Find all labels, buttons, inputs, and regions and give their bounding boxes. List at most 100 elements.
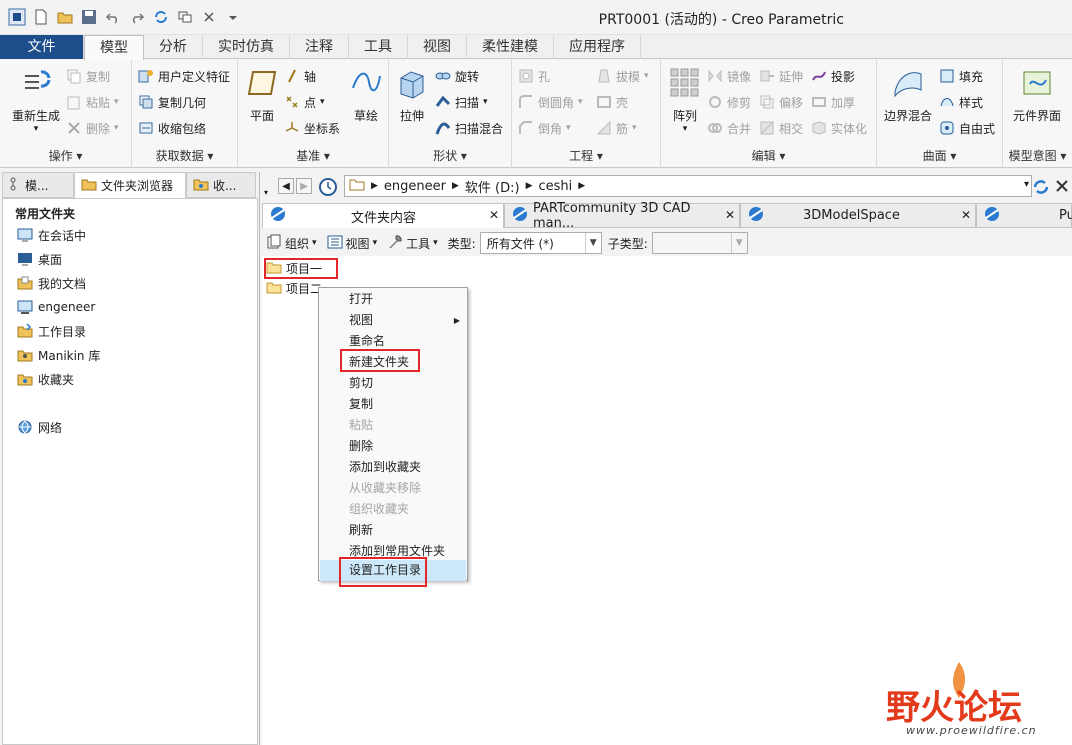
project-button[interactable]: 投影 bbox=[811, 66, 855, 86]
mirror-button[interactable]: 镜像 bbox=[707, 66, 751, 86]
path-segment[interactable]: engeneer bbox=[384, 179, 446, 194]
style-button[interactable]: 样式 bbox=[939, 92, 983, 112]
subtype-select[interactable]: ▼ bbox=[651, 232, 748, 254]
tab-folder-contents[interactable]: 文件夹内容 ✕ bbox=[262, 203, 504, 228]
close-icon[interactable] bbox=[1054, 178, 1070, 197]
tab-model-tree[interactable]: 模... bbox=[2, 172, 74, 198]
path-dropdown-icon[interactable]: ▾ bbox=[1024, 179, 1029, 190]
sketch-button[interactable]: 草绘 bbox=[346, 66, 386, 124]
menu-item-paste[interactable]: 粘贴 bbox=[320, 415, 466, 436]
tab-tools[interactable]: 工具 bbox=[349, 35, 408, 59]
menu-item-add-to-favorites[interactable]: 添加到收藏夹 bbox=[320, 457, 466, 478]
paste-button[interactable]: 粘贴 ▾ bbox=[66, 92, 119, 112]
boundary-blend-button[interactable]: 边界混合 bbox=[881, 66, 935, 124]
group-datum-label[interactable]: 基准 ▾ bbox=[238, 147, 388, 164]
menu-item-cut[interactable]: 剪切 bbox=[320, 373, 466, 394]
menu-item-view[interactable]: 视图 ▶ bbox=[320, 310, 466, 331]
path-segment[interactable]: ceshi bbox=[539, 179, 573, 194]
axis-button[interactable]: 轴 bbox=[284, 66, 316, 86]
address-path[interactable]: ▶ engeneer ▶ 软件 (D:) ▶ ceshi ▶ ▾ bbox=[344, 175, 1032, 197]
menu-item-remove-from-favorites[interactable]: 从收藏夹移除 bbox=[320, 478, 466, 499]
menu-item-delete[interactable]: 删除 bbox=[320, 436, 466, 457]
plane-button[interactable]: 平面 bbox=[244, 66, 280, 124]
fill-button[interactable]: 填充 bbox=[939, 66, 983, 86]
panel-splitter[interactable] bbox=[259, 172, 260, 745]
close-tab-icon[interactable]: ✕ bbox=[725, 208, 735, 222]
group-edit-label[interactable]: 编辑 ▾ bbox=[661, 147, 876, 164]
tab-analysis[interactable]: 分析 bbox=[144, 35, 203, 59]
forward-button[interactable]: ▶ bbox=[296, 178, 312, 194]
menu-item-refresh[interactable]: 刷新 bbox=[320, 520, 466, 541]
shrinkwrap-button[interactable]: 收缩包络 bbox=[138, 118, 206, 138]
delete-button[interactable]: 删除 ▾ bbox=[66, 118, 119, 138]
copy-geometry-button[interactable]: 复制几何 bbox=[138, 92, 206, 112]
folder-item-working-directory[interactable]: 工作目录 bbox=[17, 321, 86, 341]
hole-button[interactable]: 孔 bbox=[518, 66, 550, 86]
menu-item-organize-favorites[interactable]: 组织收藏夹 bbox=[320, 499, 466, 520]
file-item-project-2[interactable]: 项目二 bbox=[266, 278, 322, 298]
point-button[interactable]: 点 ▾ bbox=[284, 92, 325, 112]
back-button[interactable]: ◀ bbox=[278, 178, 294, 194]
draft-button[interactable]: 拔模 ▾ bbox=[596, 66, 649, 86]
round-button[interactable]: 倒圆角 ▾ bbox=[518, 92, 583, 112]
revolve-button[interactable]: 旋转 bbox=[435, 66, 479, 86]
trim-button[interactable]: 修剪 bbox=[707, 92, 751, 112]
tab-partcommunity[interactable]: PARTcommunity 3D CAD man... ✕ bbox=[504, 201, 740, 231]
group-shapes-label[interactable]: 形状 ▾ bbox=[389, 147, 511, 164]
tab-applications[interactable]: 应用程序 bbox=[554, 35, 641, 59]
csys-button[interactable]: 坐标系 bbox=[284, 118, 340, 138]
menu-item-open[interactable]: 打开 bbox=[320, 289, 466, 310]
solidify-button[interactable]: 实体化 bbox=[811, 118, 867, 138]
freestyle-button[interactable]: 自由式 bbox=[939, 118, 995, 138]
pattern-button[interactable]: 阵列 ▾ bbox=[665, 66, 705, 134]
close-tab-icon[interactable]: ✕ bbox=[961, 208, 971, 222]
history-icon[interactable] bbox=[318, 177, 338, 200]
regenerate-button[interactable]: 重新生成 ▾ bbox=[6, 66, 66, 134]
folder-item-favorites[interactable]: 收藏夹 bbox=[17, 369, 74, 389]
folder-item-desktop[interactable]: 桌面 bbox=[17, 249, 62, 269]
intersect-button[interactable]: 相交 bbox=[759, 118, 803, 138]
extrude-button[interactable]: 拉伸 bbox=[393, 66, 431, 124]
group-model-intent-label[interactable]: 模型意图 ▾ bbox=[1003, 147, 1072, 164]
folder-item-manikin-library[interactable]: Manikin 库 bbox=[17, 345, 100, 365]
sweep-button[interactable]: 扫描 ▾ bbox=[435, 92, 488, 112]
view-button[interactable]: 视图 ▾ bbox=[327, 234, 377, 253]
tab-file[interactable]: 文件 bbox=[0, 35, 84, 59]
organize-button[interactable]: 组织 ▾ bbox=[266, 234, 317, 253]
rib-button[interactable]: 筋 ▾ bbox=[596, 118, 637, 138]
component-interface-button[interactable]: 元件界面 bbox=[1007, 66, 1067, 124]
folder-item-my-documents[interactable]: 我的文档 bbox=[17, 273, 86, 293]
type-select[interactable]: 所有文件 (*) ▼ bbox=[479, 232, 602, 254]
menu-item-copy[interactable]: 复制 bbox=[320, 394, 466, 415]
tab-favorites[interactable]: 收... bbox=[186, 172, 256, 198]
tab-3dmodelspace[interactable]: 3DModelSpace ✕ bbox=[740, 203, 976, 228]
folder-item-in-session[interactable]: 在会话中 bbox=[17, 225, 86, 245]
swept-blend-button[interactable]: 扫描混合 bbox=[435, 118, 503, 138]
close-tab-icon[interactable]: ✕ bbox=[489, 208, 499, 222]
group-engineering-label[interactable]: 工程 ▾ bbox=[512, 147, 660, 164]
folder-item-network[interactable]: 网络 bbox=[17, 417, 62, 437]
tab-model[interactable]: 模型 bbox=[84, 35, 144, 60]
tab-live-simulation[interactable]: 实时仿真 bbox=[203, 35, 290, 59]
tab-view[interactable]: 视图 bbox=[408, 35, 467, 59]
refresh-icon[interactable] bbox=[1032, 178, 1050, 199]
tab-annotate[interactable]: 注释 bbox=[290, 35, 349, 59]
tab-flexible-modeling[interactable]: 柔性建模 bbox=[467, 35, 554, 59]
folder-item-engeneer[interactable]: engeneer bbox=[17, 297, 95, 317]
tools-button[interactable]: 工具 ▾ bbox=[387, 234, 438, 253]
group-get-data-label[interactable]: 获取数据 ▾ bbox=[132, 147, 237, 164]
group-operations-label[interactable]: 操作 ▾ bbox=[0, 147, 131, 164]
extend-button[interactable]: 延伸 bbox=[759, 66, 803, 86]
shell-button[interactable]: 壳 bbox=[596, 92, 628, 112]
path-segment[interactable]: 软件 (D:) bbox=[465, 177, 520, 196]
tab-folder-browser[interactable]: 文件夹浏览器 bbox=[74, 172, 186, 198]
copy-button[interactable]: 复制 bbox=[66, 66, 110, 86]
tab-pu[interactable]: Pu bbox=[976, 203, 1072, 228]
group-surfaces-label[interactable]: 曲面 ▾ bbox=[877, 147, 1002, 164]
udf-button[interactable]: 用户定义特征 bbox=[138, 66, 230, 86]
offset-button[interactable]: 偏移 bbox=[759, 92, 803, 112]
thicken-button[interactable]: 加厚 bbox=[811, 92, 855, 112]
chamfer-button[interactable]: 倒角 ▾ bbox=[518, 118, 571, 138]
merge-button[interactable]: 合并 bbox=[707, 118, 751, 138]
panel-menu-icon[interactable]: ▾ bbox=[264, 188, 268, 197]
